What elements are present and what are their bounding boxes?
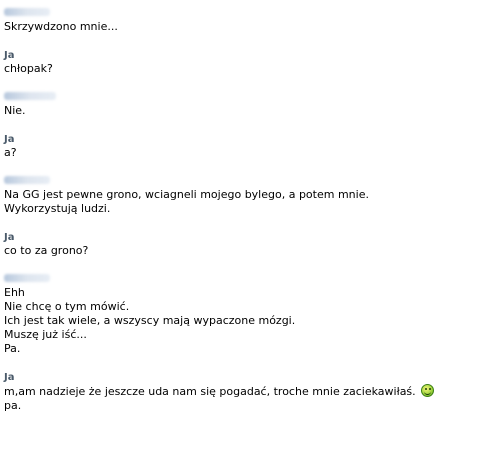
message-text: a? (4, 146, 17, 159)
sender-name: Ja (4, 372, 15, 383)
sender-name: Ja (4, 134, 15, 145)
chat-log: Skrzywdzono mnie... Ja chłopak? Nie. Ja … (4, 6, 476, 413)
message-self: Ja chłopak? (4, 50, 476, 76)
message-other: Ehh Nie chcę o tym mówić. Ich jest tak w… (4, 274, 476, 356)
message-text: Na GG jest pewne grono, wciagneli mojego… (4, 188, 369, 201)
message-text: Wykorzystują ludzi. (4, 202, 111, 215)
message-text: m,am nadzieje że jeszcze uda nam się pog… (4, 385, 416, 398)
sender-name-blurred (4, 176, 50, 188)
sender-name: Ja (4, 50, 15, 61)
message-text: Pa. (4, 342, 21, 355)
message-text: Nie chcę o tym mówić. (4, 300, 130, 313)
message-text: Ehh (4, 286, 25, 299)
message-self: Ja a? (4, 134, 476, 160)
message-text: Nie. (4, 104, 26, 117)
message-text: Muszę już iść... (4, 328, 87, 341)
laughing-smiley-icon (420, 384, 434, 397)
sender-name-blurred (4, 92, 56, 104)
message-text: pa. (4, 399, 22, 412)
message-self: Ja co to za grono? (4, 232, 476, 258)
message-text: Skrzywdzono mnie... (4, 20, 118, 33)
sender-name-blurred (4, 274, 50, 286)
message-other: Na GG jest pewne grono, wciagneli mojego… (4, 176, 476, 216)
message-other: Nie. (4, 92, 476, 118)
sender-name-blurred (4, 8, 50, 20)
message-line-with-emoticon: m,am nadzieje że jeszcze uda nam się pog… (4, 384, 476, 399)
sender-name: Ja (4, 232, 15, 243)
message-self: Ja m,am nadzieje że jeszcze uda nam się … (4, 372, 476, 413)
message-text: co to za grono? (4, 244, 89, 257)
message-text: chłopak? (4, 62, 53, 75)
message-other: Skrzywdzono mnie... (4, 8, 476, 34)
message-text: Ich jest tak wiele, a wszyscy mają wypac… (4, 314, 296, 327)
